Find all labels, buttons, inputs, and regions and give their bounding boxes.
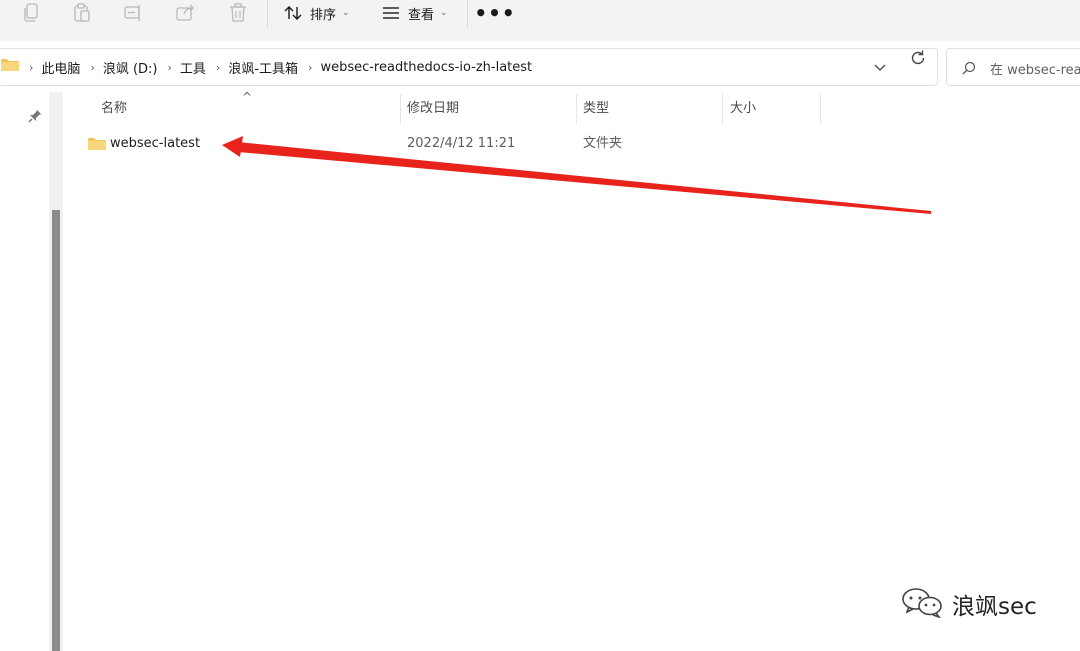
watermark-text: 浪飒sec xyxy=(952,594,1037,620)
watermark: 浪飒sec xyxy=(900,586,1037,622)
arrow-head xyxy=(222,136,243,157)
wechat-icon xyxy=(900,586,944,622)
arrow-shaft xyxy=(238,142,931,214)
annotation-arrow xyxy=(222,136,931,214)
